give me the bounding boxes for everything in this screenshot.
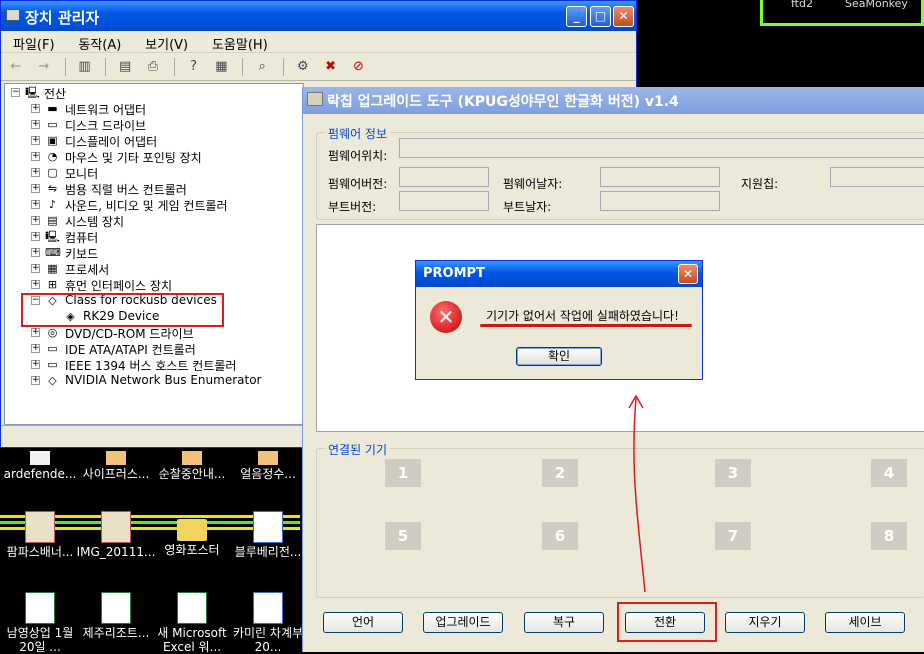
prompt-titlebar[interactable]: PROMPT ✕	[416, 261, 702, 287]
error-message: 기기가 없어서 작업에 실패하였습니다!	[486, 309, 679, 323]
prompt-dialog: PROMPT ✕ ✕ 기기가 없어서 작업에 실패하였습니다! 확인	[415, 260, 703, 380]
error-icon: ✕	[430, 301, 462, 333]
prompt-close-button[interactable]: ✕	[678, 264, 698, 284]
prompt-title: PROMPT	[423, 266, 485, 281]
annotation-underline	[480, 324, 692, 327]
ok-button[interactable]: 확인	[516, 347, 602, 366]
